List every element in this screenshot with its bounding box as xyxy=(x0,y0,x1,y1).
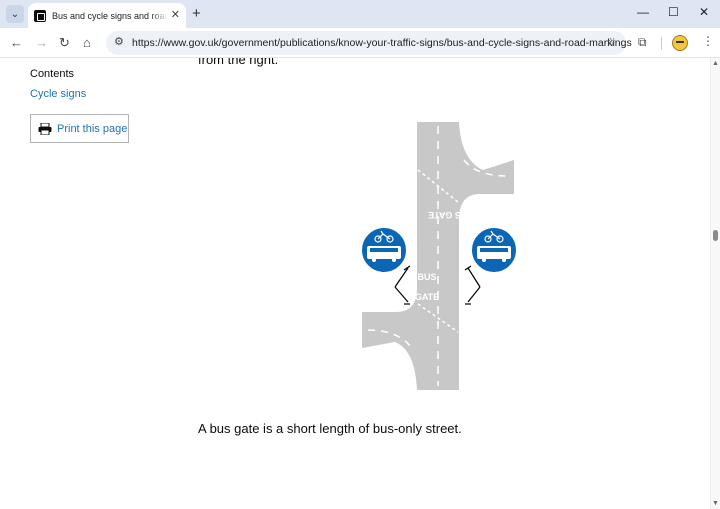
minimize-icon[interactable]: — xyxy=(637,5,649,19)
page-scrollbar[interactable]: ▲ ▼ xyxy=(710,58,720,509)
bus-and-cycle-sign-right-icon xyxy=(470,226,518,274)
road-marking-gate: GATE xyxy=(415,292,439,302)
tab-title: Bus and cycle signs and road markings xyxy=(52,10,168,21)
maximize-icon[interactable]: ☐ xyxy=(668,5,679,19)
bus-and-cycle-sign-left-icon xyxy=(360,226,408,274)
scroll-down-icon[interactable]: ▼ xyxy=(712,500,719,507)
print-page-button[interactable]: Print this page xyxy=(30,114,129,143)
close-window-icon[interactable]: ✕ xyxy=(699,5,709,19)
site-info-icon[interactable]: ⚙ xyxy=(114,35,124,48)
url-text[interactable]: https://www.gov.uk/government/publicatio… xyxy=(132,37,632,49)
print-label: Print this page xyxy=(57,122,128,135)
scroll-thumb[interactable] xyxy=(713,230,718,241)
tab-strip: ⌄ Bus and cycle signs and road markings … xyxy=(0,0,720,28)
road-marking-bus: BUS xyxy=(417,272,436,282)
bus-gate-diagram: BUS GATE BUS GATE xyxy=(360,122,518,390)
page-content: Contents Cycle signs Print this page fro… xyxy=(0,58,710,509)
active-tab[interactable]: Bus and cycle signs and road markings ✕ xyxy=(28,3,186,28)
scroll-up-icon[interactable]: ▲ xyxy=(712,60,719,67)
new-tab-icon[interactable]: + xyxy=(192,5,201,22)
contents-heading: Contents xyxy=(30,68,75,80)
browser-toolbar: ← → ↻ ⌂ ⚙ https://www.gov.uk/government/… xyxy=(0,28,720,58)
printer-icon xyxy=(38,122,52,135)
extensions-icon[interactable]: ⧉ xyxy=(638,35,647,50)
address-bar[interactable]: ⚙ https://www.gov.uk/government/publicat… xyxy=(106,31,632,55)
bookmark-star-icon[interactable]: ☆ xyxy=(605,35,616,49)
reload-icon[interactable]: ↻ xyxy=(59,35,70,51)
forward-icon[interactable]: → xyxy=(35,35,48,50)
toolbar-divider xyxy=(661,37,662,50)
tab-list-button[interactable]: ⌄ xyxy=(6,5,24,23)
cycle-signs-link[interactable]: Cycle signs xyxy=(30,88,86,100)
body-text: from the right. xyxy=(198,58,279,67)
back-icon[interactable]: ← xyxy=(10,35,23,50)
menu-icon[interactable]: ⋮ xyxy=(702,34,714,48)
diagram-caption: A bus gate is a short length of bus-only… xyxy=(198,421,462,436)
govuk-favicon-icon xyxy=(34,9,46,22)
tab-close-icon[interactable]: ✕ xyxy=(171,8,180,21)
home-icon[interactable]: ⌂ xyxy=(83,35,91,50)
road-marking-top: BUS GATE xyxy=(428,210,474,220)
profile-avatar[interactable] xyxy=(672,35,688,51)
